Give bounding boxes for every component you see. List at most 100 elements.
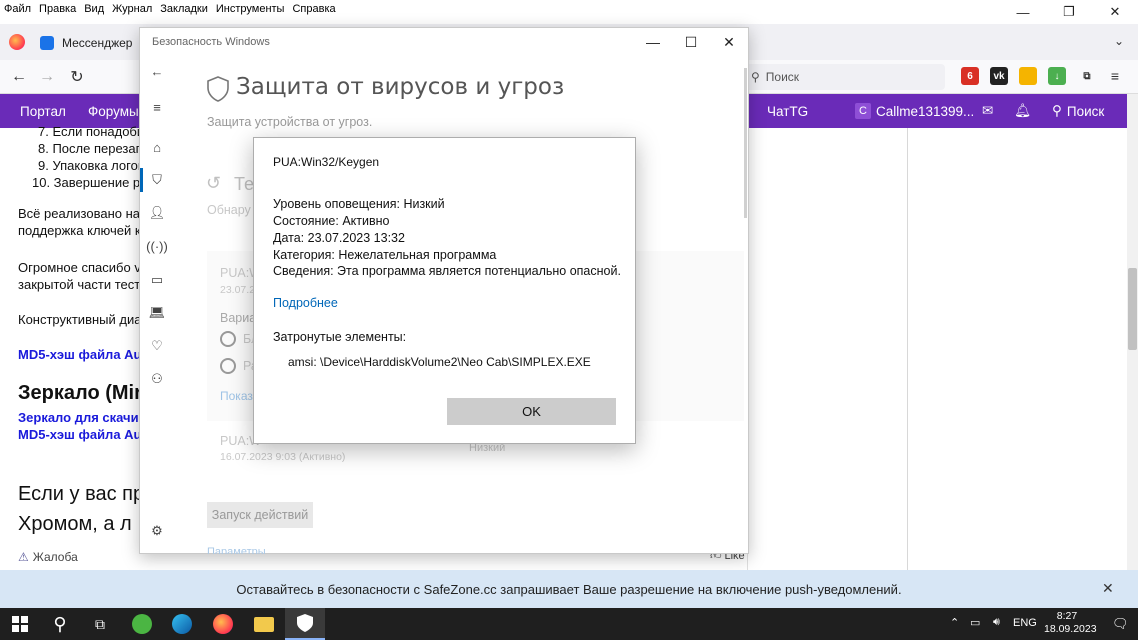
home-icon[interactable]: ⌂ — [148, 138, 166, 156]
search-icon[interactable]: ⚲ — [40, 608, 80, 640]
task-view-icon[interactable]: ⧉ — [80, 608, 120, 640]
chevron-up-icon[interactable]: ⌃ — [950, 616, 959, 629]
maximize-icon[interactable]: ☐ — [672, 28, 710, 56]
report-link[interactable]: ⚠ Жалоба — [18, 550, 78, 564]
close-icon[interactable]: ✕ — [1102, 580, 1114, 597]
affected-items-label: Затронутые элементы: — [273, 330, 407, 344]
settings-gear-icon[interactable]: ⚙ — [148, 522, 166, 540]
forward-icon[interactable]: → — [36, 67, 58, 87]
section-subtitle: Обнару — [207, 203, 251, 217]
browser-menubar: Файл Правка Вид Журнал Закладки Инструме… — [0, 0, 1138, 18]
notification-text: Оставайтесь в безопасности с SafeZone.cc… — [236, 581, 902, 597]
alert-level: Уровень оповещения: Низкий — [273, 197, 445, 211]
vk-icon[interactable]: vk — [990, 67, 1008, 85]
large-text-line: Если у вас пр — [18, 483, 145, 505]
warning-icon: ⚠ — [18, 550, 29, 564]
threat-name: PUA:Win32/Keygen — [273, 155, 380, 169]
page-subtitle: Защита устройства от угроз. — [207, 115, 373, 129]
back-icon[interactable]: ← — [8, 67, 30, 87]
browser-window-controls: — ❐ ✕ — [1000, 0, 1138, 24]
volume-icon[interactable]: 🔊︎ — [993, 616, 1000, 629]
run-actions-button[interactable]: Запуск действий — [207, 502, 313, 528]
nav-portal[interactable]: Портал — [20, 94, 66, 128]
app-menu-icon[interactable]: ≡ — [1106, 67, 1124, 85]
radio-allow[interactable] — [220, 358, 236, 374]
minimize-icon[interactable]: — — [1000, 0, 1046, 24]
clock[interactable]: 8:27 18.09.2023 — [1044, 610, 1097, 636]
list-item: 8. После перезагр — [38, 141, 148, 156]
windows-start-icon[interactable] — [0, 608, 40, 640]
show-details-link[interactable]: Показ — [220, 389, 253, 403]
affected-item: amsi: \Device\HarddiskVolume2\Neo Cab\SI… — [288, 355, 591, 369]
torrent-app-icon[interactable] — [122, 608, 162, 640]
edge-icon[interactable] — [162, 608, 202, 640]
shield-heading-icon — [206, 76, 230, 102]
nav-search-label: Поиск — [1066, 103, 1105, 119]
paragraph-line: Всё реализовано на с — [18, 206, 151, 221]
ext-adblock-icon[interactable]: 6 — [961, 67, 979, 85]
section-title: Те — [234, 174, 254, 194]
nav-search[interactable]: ⚲ Поиск — [1052, 94, 1104, 128]
nav-user[interactable]: C Callme131399... — [855, 94, 974, 128]
reload-icon[interactable]: ↻ — [66, 67, 88, 87]
account-icon[interactable]: 👤︎ — [148, 204, 166, 222]
health-icon[interactable]: ♡ — [148, 337, 166, 355]
radio-block[interactable] — [220, 331, 236, 347]
restore-icon[interactable]: ❐ — [1046, 0, 1092, 24]
menu-tools[interactable]: Инструменты — [216, 3, 285, 15]
windows-security-taskbar-icon[interactable] — [285, 608, 325, 640]
app-browser-icon[interactable]: ▭ — [148, 271, 166, 289]
hamburger-menu-icon[interactable]: ≡ — [148, 98, 166, 116]
threat-date: Дата: 23.07.2023 13:32 — [273, 231, 405, 245]
menu-file[interactable]: Файл — [4, 3, 31, 15]
md5-link[interactable]: MD5-хэш файла Aut — [18, 346, 146, 363]
firefox-view-icon[interactable] — [9, 34, 25, 50]
close-icon[interactable]: ✕ — [710, 28, 748, 56]
browser-search-input[interactable]: ⚲ Поиск — [745, 64, 945, 90]
notifications-icon[interactable]: 🗨︎ — [1112, 616, 1129, 632]
firefox-icon[interactable] — [203, 608, 243, 640]
list-item: 10. Завершение ра — [32, 175, 148, 190]
report-label: Жалоба — [32, 550, 78, 564]
shield-icon[interactable]: ⛉ — [148, 171, 166, 189]
menu-bookmarks[interactable]: Закладки — [160, 3, 208, 15]
bell-icon[interactable]: 🔔︎ — [1014, 94, 1031, 128]
settings-link[interactable]: Параметры — [207, 546, 266, 554]
extensions-icon[interactable]: ⧉ — [1078, 67, 1096, 85]
list-item: 7. Если понадоби — [38, 124, 145, 139]
ok-button[interactable]: OK — [447, 398, 616, 425]
nav-forums[interactable]: Форумы — [88, 94, 139, 128]
device-security-icon[interactable]: 💻︎ — [148, 304, 166, 322]
file-explorer-icon[interactable] — [244, 608, 284, 640]
network-icon[interactable]: ▭ — [970, 616, 980, 629]
list-tabs-icon[interactable]: ⌄ — [1114, 34, 1124, 48]
mirror-link[interactable]: Зеркало для скачива — [18, 409, 154, 426]
menu-edit[interactable]: Правка — [39, 3, 76, 15]
minimize-icon[interactable]: — — [634, 28, 672, 56]
options-label: Вариа — [220, 311, 257, 325]
download-ext-icon[interactable]: ↓ — [1048, 67, 1066, 85]
tab-messenger[interactable]: Мессенджер — [40, 28, 132, 58]
menu-history[interactable]: Журнал — [112, 3, 152, 15]
close-icon[interactable]: ✕ — [1092, 0, 1138, 24]
threat-status: Состояние: Активно — [273, 214, 390, 228]
menu-view[interactable]: Вид — [84, 3, 104, 15]
push-notification-bar: Оставайтесь в безопасности с SafeZone.cc… — [0, 570, 1138, 608]
learn-more-link[interactable]: Подробнее — [273, 296, 338, 310]
list-item: 9. Упаковка логов — [38, 158, 145, 173]
network-icon[interactable]: ((·)) — [146, 237, 168, 255]
back-arrow-icon[interactable]: ← — [148, 62, 166, 80]
menu-help[interactable]: Справка — [292, 3, 335, 15]
mail-icon[interactable]: ✉ — [982, 94, 993, 128]
clock-date: 18.09.2023 — [1044, 623, 1097, 635]
security-scrollbar[interactable] — [744, 68, 747, 218]
page-scrollbar-thumb[interactable] — [1128, 268, 1137, 350]
history-icon: ↺ — [206, 173, 222, 193]
bookmark-ext-icon[interactable] — [1019, 67, 1037, 85]
mirror-heading: Зеркало (Mir — [18, 382, 142, 404]
threat-category: Категория: Нежелательная программа — [273, 248, 497, 262]
md5-link[interactable]: MD5-хэш файла Aut — [18, 426, 146, 443]
family-icon[interactable]: ⚇ — [148, 370, 166, 388]
language-indicator[interactable]: ENG — [1013, 617, 1037, 629]
nav-chat[interactable]: ЧатTG — [767, 94, 808, 128]
